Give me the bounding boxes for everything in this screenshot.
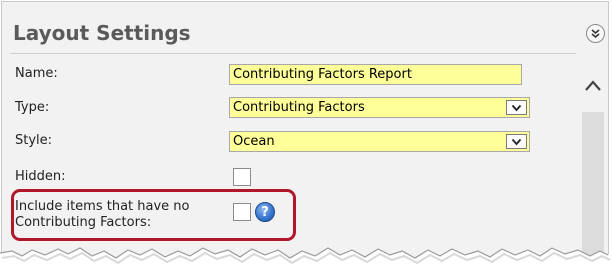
torn-edge-decoration xyxy=(0,247,613,275)
